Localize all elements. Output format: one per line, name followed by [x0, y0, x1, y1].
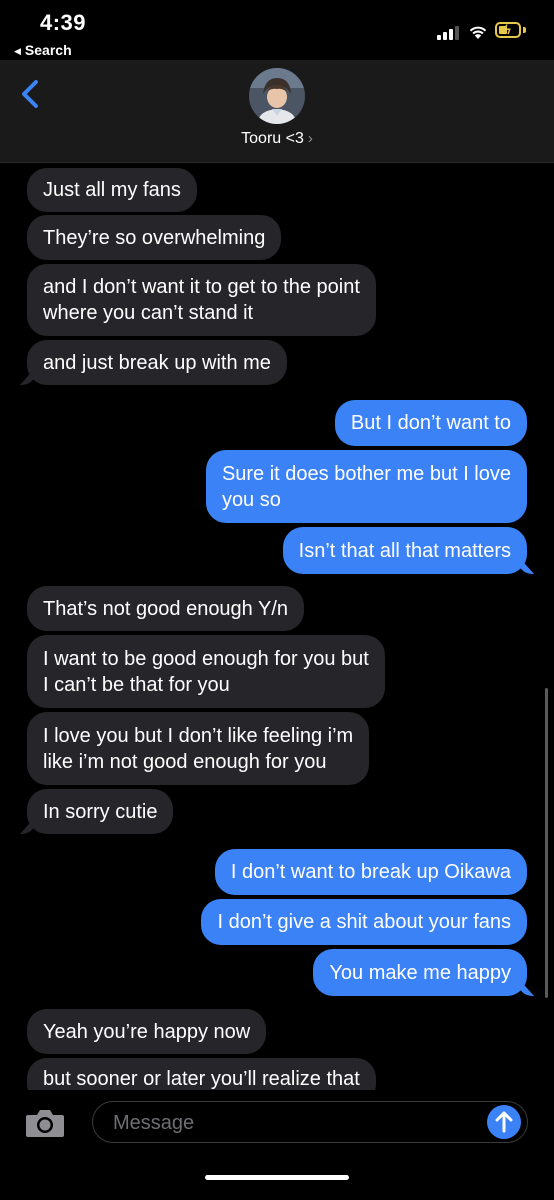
message-text-line: I want to be good enough for you but: [43, 647, 369, 670]
contact-avatar[interactable]: [249, 68, 305, 124]
received-message[interactable]: In sorry cutie: [27, 789, 174, 834]
wifi-icon: [469, 26, 487, 39]
message-text: I don’t give a shit about your fans: [217, 911, 511, 933]
arrow-up-icon: [495, 1111, 513, 1133]
sent-message[interactable]: I don’t want to break up Oikawa: [214, 849, 527, 895]
home-indicator[interactable]: [205, 1175, 349, 1180]
contact-name: Tooru <3: [241, 130, 304, 147]
message-text: That’s not good enough Y/n: [43, 597, 289, 620]
received-message[interactable]: and I don’t want it to get to the point …: [27, 264, 376, 336]
message-text: They’re so overwhelming: [43, 226, 266, 249]
sent-message[interactable]: I don’t give a shit about your fans: [201, 899, 527, 945]
message-text-line: and I don’t want it to get to the point: [43, 276, 360, 298]
message-text-line: I love you but I don’t like feeling i’m: [43, 724, 354, 747]
message-text: I don’t want to break up Oikawa: [230, 861, 511, 883]
message-text-line: you so: [221, 488, 281, 511]
imessage-screen: 4:39 ◀ Search ϟ Tooru <3 › Just all my f…: [0, 0, 554, 1200]
received-message[interactable]: I want to be good enough for you but I c…: [27, 635, 385, 708]
sent-message[interactable]: Isn’t that all that matters: [282, 527, 527, 574]
back-app-label: Search: [24, 42, 72, 58]
status-time: 4:39: [40, 10, 87, 35]
message-field[interactable]: [92, 1101, 528, 1143]
message-text: You make me happy: [329, 961, 511, 984]
battery-cap: [523, 27, 526, 33]
camera-icon[interactable]: [24, 1108, 66, 1138]
chevron-left-icon[interactable]: [18, 74, 46, 114]
received-message[interactable]: That’s not good enough Y/n: [27, 586, 305, 631]
message-text: In sorry cutie: [43, 800, 158, 823]
send-button[interactable]: [487, 1105, 521, 1139]
sent-message[interactable]: Sure it does bother me but I love you so: [205, 450, 527, 523]
sent-message[interactable]: You make me happy: [313, 949, 527, 996]
message-text: Yeah you’re happy now: [43, 1020, 251, 1043]
scrollbar[interactable]: [545, 688, 548, 998]
message-text-line: I can’t be that for you: [43, 673, 230, 696]
charging-bolt-icon: ϟ: [504, 22, 511, 37]
message-text-line: Sure it does bother me but I love: [221, 462, 511, 485]
cellular-signal-icon: [437, 26, 459, 40]
received-message[interactable]: and just break up with me: [27, 340, 287, 385]
battery-icon: ϟ: [495, 22, 521, 38]
received-message[interactable]: Yeah you’re happy now: [27, 1009, 267, 1054]
back-to-app-link[interactable]: ◀ Search: [14, 42, 72, 58]
received-message[interactable]: They’re so overwhelming: [27, 215, 282, 260]
status-bar: 4:39 ◀ Search ϟ: [0, 0, 554, 60]
conversation-header: Tooru <3 ›: [0, 60, 554, 163]
message-text-line: where you can’t stand it: [43, 302, 254, 324]
message-text-line: like i’m not good enough for you: [43, 750, 327, 773]
message-text: but sooner or later you’ll realize that: [43, 1068, 360, 1090]
back-triangle-icon: ◀: [14, 46, 21, 56]
message-text: and just break up with me: [43, 351, 271, 374]
received-message[interactable]: Just all my fans: [27, 168, 197, 212]
message-list[interactable]: Just all my fans They’re so overwhelming…: [0, 163, 554, 1090]
received-message[interactable]: I love you but I don’t like feeling i’m …: [27, 712, 370, 785]
chevron-right-icon: ›: [307, 130, 313, 147]
message-text: Just all my fans: [43, 179, 181, 201]
message-text: But I don’t want to: [350, 412, 511, 434]
message-input[interactable]: [111, 1108, 475, 1138]
contact-name-button[interactable]: Tooru <3 ›: [0, 130, 554, 148]
message-text: Isn’t that all that matters: [298, 539, 511, 562]
received-message[interactable]: but sooner or later you’ll realize that: [27, 1058, 376, 1090]
compose-bar: [0, 1090, 554, 1200]
sent-message[interactable]: But I don’t want to: [334, 400, 527, 446]
